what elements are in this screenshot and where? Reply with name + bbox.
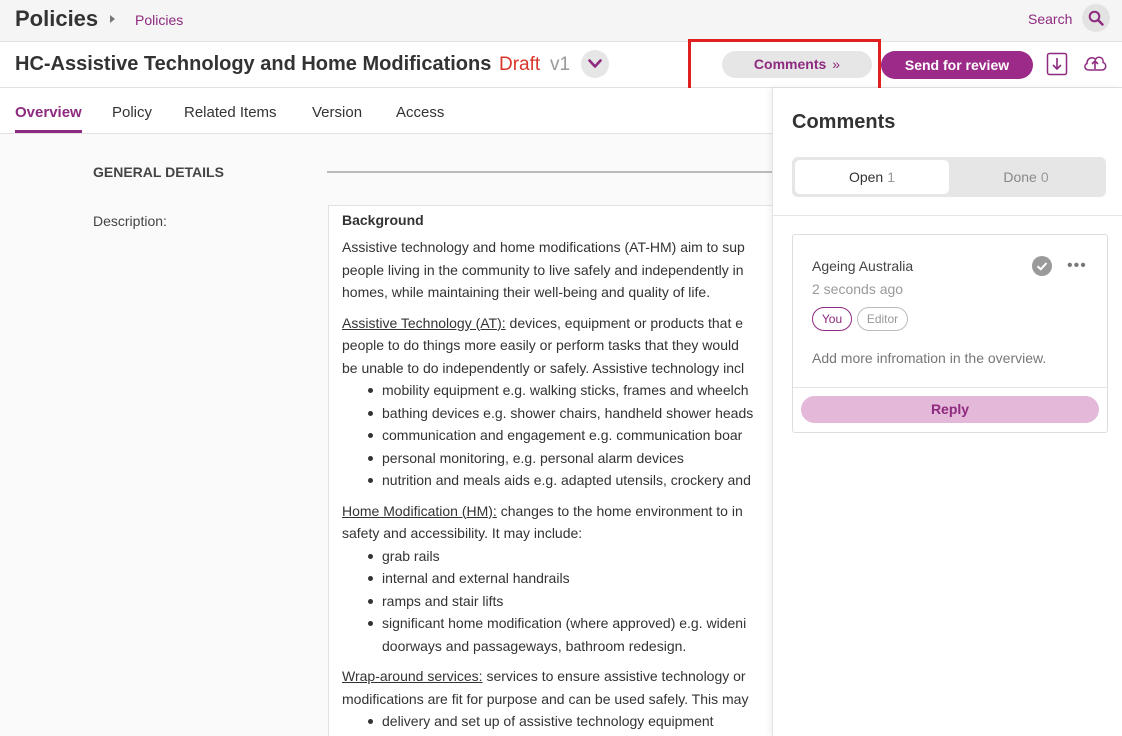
list-item: mobility equipment e.g. walking sticks, … [342, 379, 772, 402]
wrap-list: delivery and set up of assistive technol… [342, 710, 772, 733]
wrap-term: Wrap-around services: [342, 668, 483, 684]
comment-filter-toggle: Open 1 Done 0 [792, 157, 1106, 197]
list-item: ramps and stair lifts [342, 590, 772, 613]
text-line: people living in the community to live s… [342, 261, 744, 278]
text-line: significant home modification (where app… [382, 615, 747, 631]
more-options-icon[interactable]: ••• [1067, 257, 1087, 275]
list-item: communication and engagement e.g. commun… [342, 424, 772, 447]
double-chevron-right-icon: » [832, 56, 841, 72]
description-label: Description: [93, 213, 167, 229]
comments-toggle-button[interactable]: Comments » [722, 51, 872, 78]
comment-text: Add more infromation in the overview. [812, 350, 1047, 366]
download-icon[interactable] [1046, 52, 1068, 76]
text-line: modifications are fit for purpose and ca… [342, 690, 749, 707]
at-term: Assistive Technology (AT): [342, 314, 506, 331]
list-item: nutrition and meals aids e.g. adapted ut… [342, 469, 772, 492]
comment-author: Ageing Australia [812, 258, 914, 274]
open-label: Open [848, 169, 884, 185]
list-item: internal and external handrails [342, 567, 772, 590]
reply-button[interactable]: Reply [801, 396, 1099, 423]
description-field[interactable]: Background Assistive technology and home… [328, 205, 772, 736]
hm-term: Home Modification (HM): [342, 502, 497, 519]
hm-list: grab rails internal and external handrai… [342, 545, 772, 658]
comments-panel: Comments Open 1 Done 0 Ageing Australia 2 … [772, 88, 1122, 736]
comments-panel-title: Comments [792, 111, 896, 133]
list-item: delivery and set up of assistive technol… [342, 710, 772, 733]
text-line: be unable to do independently or safely.… [342, 359, 745, 376]
tab-bar: Overview Policy Related Items Version Ac… [0, 88, 772, 134]
text-line: changes to the home environment to in [496, 502, 743, 519]
at-paragraph: Assistive Technology (AT): devices, equi… [342, 312, 772, 380]
done-comments-tab[interactable]: Done 0 [949, 160, 1103, 194]
open-comments-tab[interactable]: Open 1 [795, 160, 949, 194]
role-badge: Editor [857, 307, 908, 331]
list-item: bathing devices e.g. shower chairs, hand… [342, 402, 772, 425]
breadcrumb-policies-link[interactable]: Policies [135, 12, 183, 28]
document-header: HC-Assistive Technology and Home Modific… [0, 39, 1122, 91]
description-heading: Background [342, 212, 424, 228]
panel-divider [773, 215, 1122, 216]
tab-related-items[interactable]: Related Items [184, 104, 277, 121]
tab-access[interactable]: Access [396, 104, 444, 121]
breadcrumb-arrow-icon [110, 15, 115, 23]
comment-card: Ageing Australia 2 seconds ago ••• You E… [792, 234, 1108, 433]
you-badge: You [812, 307, 852, 331]
open-count: 1 [887, 169, 896, 185]
text-line: devices, equipment or products that e [505, 314, 744, 331]
comment-timestamp: 2 seconds ago [812, 281, 904, 297]
version-label: v1 [550, 54, 571, 75]
done-count: 0 [1040, 169, 1049, 185]
tab-policy[interactable]: Policy [112, 104, 152, 121]
tab-version[interactable]: Version [312, 104, 362, 121]
text-line: doorways and passageways, bathroom redes… [382, 637, 687, 654]
chevron-down-icon [588, 59, 602, 68]
search-icon [1088, 10, 1104, 26]
send-for-review-button[interactable]: Send for review [881, 51, 1033, 79]
at-list: mobility equipment e.g. walking sticks, … [342, 379, 772, 492]
hm-paragraph: Home Modification (HM): changes to the h… [342, 500, 772, 545]
text-line: Assistive technology and home modificati… [342, 239, 745, 255]
active-tab-indicator [15, 130, 82, 133]
document-title: HC-Assistive Technology and Home Modific… [15, 53, 492, 75]
text-line: homes, while maintaining their well-bein… [342, 284, 711, 300]
search-button[interactable] [1082, 4, 1110, 32]
top-bar: Policies Policies Search [0, 0, 1122, 42]
list-item: significant home modification (where app… [342, 612, 772, 657]
status-badge: Draft [499, 54, 541, 75]
search-link[interactable]: Search [1028, 11, 1072, 27]
comments-button-label: Comments [753, 56, 827, 72]
section-heading: GENERAL DETAILS [93, 164, 224, 180]
intro-paragraph: Assistive technology and home modificati… [342, 236, 772, 304]
list-item: grab rails [342, 545, 772, 568]
app-title: Policies [15, 6, 99, 31]
resolve-check-icon[interactable] [1032, 256, 1052, 276]
text-line: safety and accessibility. It may include… [342, 525, 583, 541]
list-item: personal monitoring, e.g. personal alarm… [342, 447, 772, 470]
upload-cloud-icon[interactable] [1082, 52, 1108, 74]
overview-content: GENERAL DETAILS Description: Background … [0, 134, 772, 736]
section-divider [327, 171, 772, 173]
version-dropdown-button[interactable] [581, 50, 609, 78]
text-line: services to ensure assistive technology … [482, 668, 746, 684]
wrap-paragraph: Wrap-around services: services to ensure… [342, 665, 772, 710]
tab-overview[interactable]: Overview [15, 104, 82, 121]
card-divider [793, 387, 1107, 388]
text-line: people to do things more easily or perfo… [342, 337, 739, 353]
done-label: Done [1003, 169, 1037, 185]
